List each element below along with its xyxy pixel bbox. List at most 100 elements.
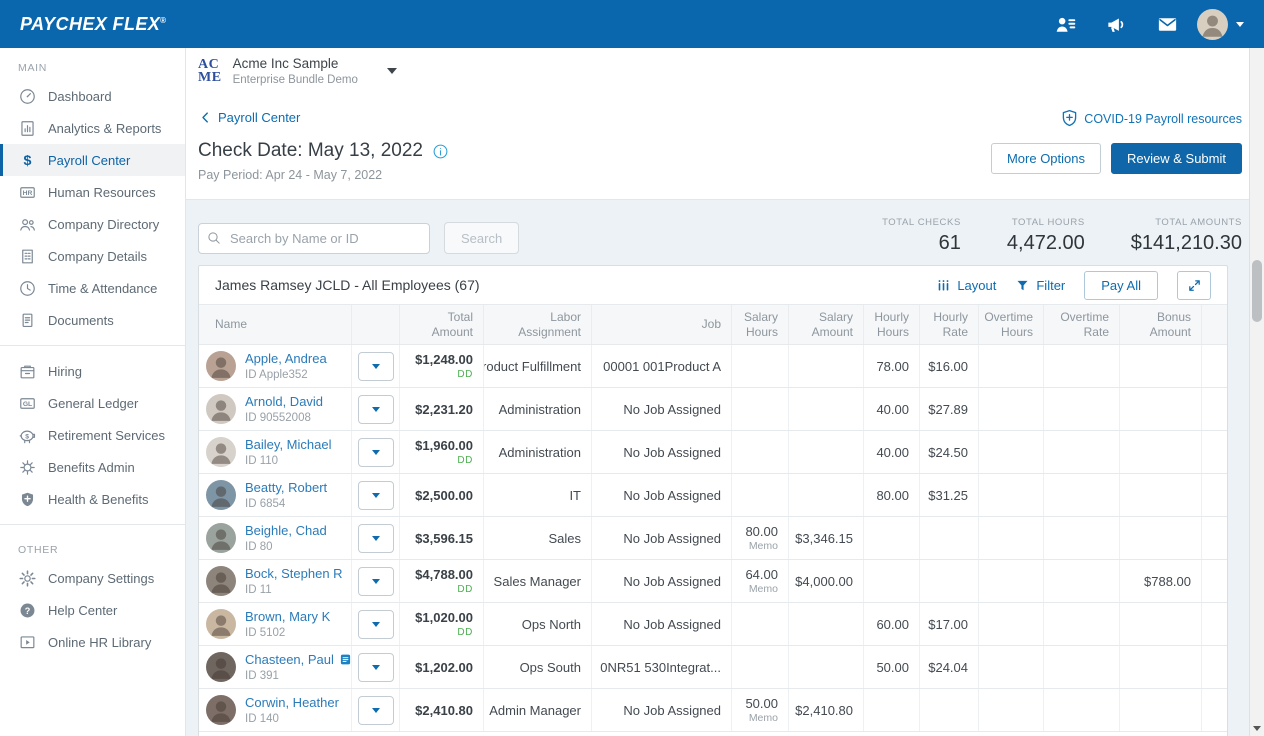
search-button[interactable]: Search xyxy=(444,222,519,254)
row-actions-dropdown[interactable] xyxy=(358,352,394,381)
caret-down-icon[interactable] xyxy=(387,68,397,74)
column-header[interactable] xyxy=(1202,305,1227,344)
caret-down-icon xyxy=(372,493,380,498)
labor-assignment: Sales Manager xyxy=(494,574,581,589)
sidebar-item-label: Human Resources xyxy=(48,185,156,200)
sidebar-item-documents[interactable]: Documents xyxy=(0,304,185,336)
employee-name-link[interactable]: Bailey, Michael xyxy=(245,437,331,452)
column-header[interactable]: Hourly Hours xyxy=(864,305,920,344)
table-cell xyxy=(1044,474,1120,516)
table-cell xyxy=(864,689,920,731)
sidebar-item-human-resources[interactable]: HRHuman Resources xyxy=(0,176,185,208)
table-row: Beatty, RobertID 6854$2,500.00ITNo Job A… xyxy=(199,474,1227,517)
employee-name-link[interactable]: Brown, Mary K xyxy=(245,609,330,624)
sidebar-item-label: Help Center xyxy=(48,603,117,618)
labor-assignment: Product Fulfillment xyxy=(484,359,581,374)
column-header[interactable]: Name xyxy=(199,305,352,344)
user-avatar[interactable] xyxy=(1197,9,1228,40)
expand-table-button[interactable] xyxy=(1177,271,1211,300)
column-header[interactable] xyxy=(352,305,400,344)
row-actions-dropdown[interactable] xyxy=(358,653,394,682)
row-actions-dropdown[interactable] xyxy=(358,481,394,510)
total-stat-label: TOTAL AMOUNTS xyxy=(1131,217,1242,228)
sidebar-item-company-directory[interactable]: Company Directory xyxy=(0,208,185,240)
column-header[interactable]: Job xyxy=(592,305,732,344)
labor-assignment: Administration xyxy=(499,445,581,460)
sidebar-item-time-attendance[interactable]: Time & Attendance xyxy=(0,272,185,304)
sidebar-item-company-details[interactable]: Company Details xyxy=(0,240,185,272)
table-cell xyxy=(789,646,864,688)
sidebar-item-company-settings[interactable]: Company Settings xyxy=(0,562,185,594)
scrollbar-down-arrow[interactable] xyxy=(1253,726,1261,731)
column-header[interactable]: Labor Assignment xyxy=(484,305,592,344)
employee-name-link[interactable]: Apple, Andrea xyxy=(245,351,327,366)
time-icon xyxy=(18,279,37,298)
sidebar-item-hiring[interactable]: Hiring xyxy=(0,355,185,387)
sidebar-item-dashboard[interactable]: Dashboard xyxy=(0,80,185,112)
layout-button[interactable]: Layout xyxy=(936,278,996,293)
row-actions-dropdown[interactable] xyxy=(358,696,394,725)
user-menu[interactable] xyxy=(1197,9,1244,40)
column-header[interactable]: Salary Hours xyxy=(732,305,789,344)
direct-deposit-badge: DD xyxy=(457,455,473,466)
sidebar-item-general-ledger[interactable]: GLGeneral Ledger xyxy=(0,387,185,419)
table-cell: $2,231.20 xyxy=(400,388,484,430)
people-icon[interactable] xyxy=(1054,13,1077,36)
table-cell xyxy=(352,388,400,430)
column-header[interactable]: Overtime Hours xyxy=(979,305,1044,344)
breadcrumb-payroll-center[interactable]: Payroll Center xyxy=(198,110,300,125)
sidebar-item-payroll-center[interactable]: $Payroll Center xyxy=(0,144,185,176)
column-header[interactable]: Overtime Rate xyxy=(1044,305,1120,344)
details-icon xyxy=(18,247,37,266)
check-actions: More Options Review & Submit xyxy=(991,140,1242,174)
note-icon[interactable] xyxy=(339,653,352,666)
table-cell xyxy=(979,517,1044,559)
row-actions-dropdown[interactable] xyxy=(358,395,394,424)
sidebar-item-help-center[interactable]: ?Help Center xyxy=(0,594,185,626)
scrollbar-thumb[interactable] xyxy=(1252,260,1262,322)
row-actions-dropdown[interactable] xyxy=(358,524,394,553)
table-cell xyxy=(1202,517,1227,559)
bonus-amount: $788.00 xyxy=(1144,574,1191,589)
mail-icon[interactable] xyxy=(1156,13,1179,36)
row-actions-dropdown[interactable] xyxy=(358,610,394,639)
sidebar-item-online-hr-library[interactable]: Online HR Library xyxy=(0,626,185,658)
sidebar-item-health-benefits[interactable]: Health & Benefits xyxy=(0,483,185,515)
sidebar-item-retirement-services[interactable]: $Retirement Services xyxy=(0,419,185,451)
retirement-icon: $ xyxy=(18,426,37,445)
employee-name-link[interactable]: Arnold, David xyxy=(245,394,323,409)
column-header[interactable]: Salary Amount xyxy=(789,305,864,344)
column-header[interactable]: Total Amount xyxy=(400,305,484,344)
employee-name-link[interactable]: Bock, Stephen R xyxy=(245,566,343,581)
info-icon[interactable] xyxy=(432,143,449,160)
table-cell xyxy=(1120,388,1202,430)
caret-down-icon xyxy=(372,407,380,412)
review-submit-button[interactable]: Review & Submit xyxy=(1111,143,1242,174)
covid-resources-link[interactable]: COVID-19 Payroll resources xyxy=(1059,108,1242,129)
vertical-scrollbar[interactable] xyxy=(1249,48,1264,736)
sidebar-item-analytics-reports[interactable]: Analytics & Reports xyxy=(0,112,185,144)
employee-name-link[interactable]: Corwin, Heather xyxy=(245,695,339,710)
column-header[interactable]: Hourly Rate xyxy=(920,305,979,344)
total-stat-value: 61 xyxy=(882,232,961,255)
employee-name-link[interactable]: Beighle, Chad xyxy=(245,523,327,538)
gl-icon: GL xyxy=(18,394,37,413)
employee-info: Bock, Stephen RID 11 xyxy=(245,566,343,596)
employee-name-link[interactable]: Chasteen, Paul xyxy=(245,652,334,667)
search-input[interactable] xyxy=(198,223,430,254)
row-actions-dropdown[interactable] xyxy=(358,567,394,596)
employee-name-link[interactable]: Beatty, Robert xyxy=(245,480,327,495)
more-options-button[interactable]: More Options xyxy=(991,143,1101,174)
avatar xyxy=(206,480,236,510)
company-switcher[interactable]: ACME Acme Inc Sample Enterprise Bundle D… xyxy=(198,56,397,86)
caret-down-icon xyxy=(1236,22,1244,27)
company-subtitle: Enterprise Bundle Demo xyxy=(233,74,358,86)
filter-button[interactable]: Filter xyxy=(1015,278,1065,293)
sidebar-item-benefits-admin[interactable]: Benefits Admin xyxy=(0,451,185,483)
table-tools: Layout Filter Pay All xyxy=(936,271,1211,300)
column-header[interactable]: Bonus Amount xyxy=(1120,305,1202,344)
job: No Job Assigned xyxy=(623,703,721,718)
pay-all-button[interactable]: Pay All xyxy=(1084,271,1158,300)
megaphone-icon[interactable] xyxy=(1105,13,1128,36)
row-actions-dropdown[interactable] xyxy=(358,438,394,467)
